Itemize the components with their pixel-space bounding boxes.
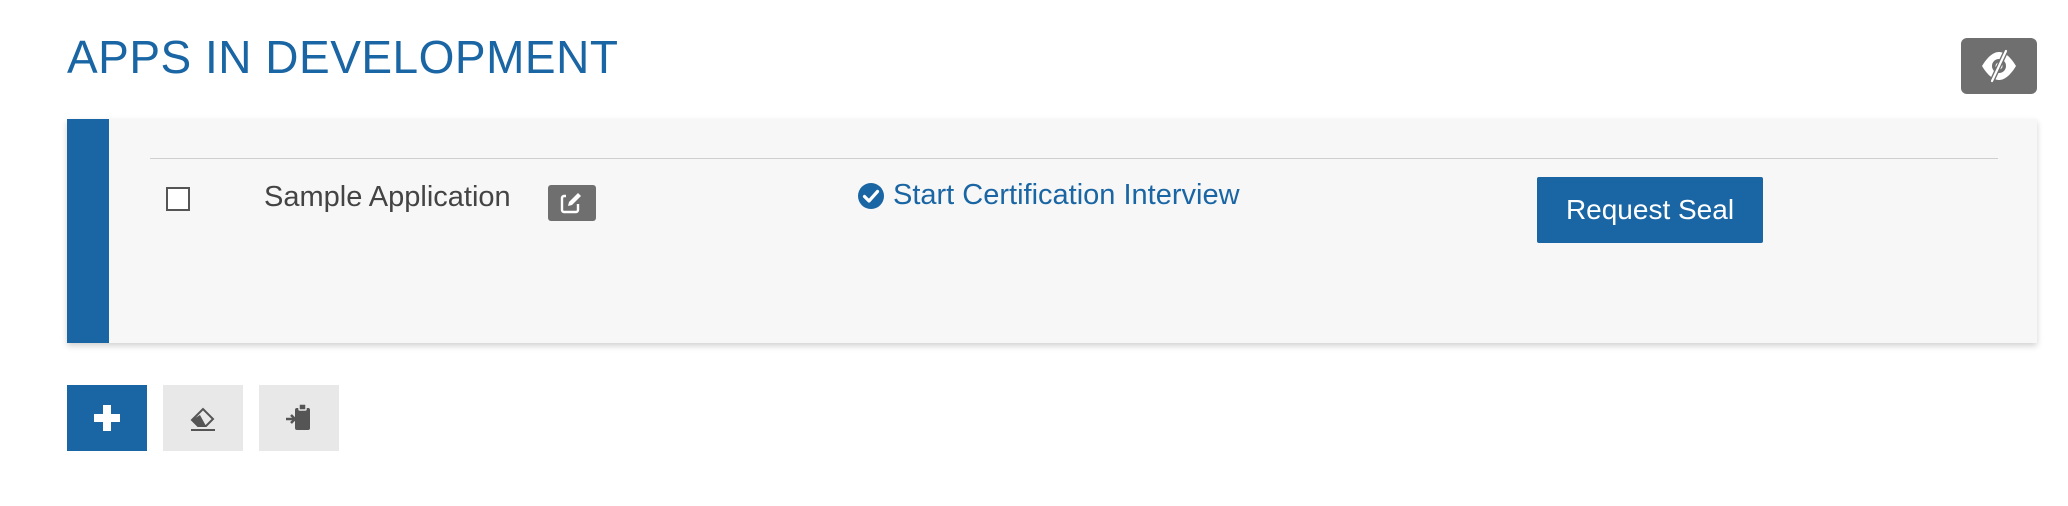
clipboard-paste-icon xyxy=(284,402,314,434)
app-name: Sample Application xyxy=(264,181,511,213)
add-app-button[interactable] xyxy=(67,385,147,451)
visibility-toggle-button[interactable] xyxy=(1961,38,2037,94)
card-accent-bar xyxy=(67,119,109,343)
request-seal-button[interactable]: Request Seal xyxy=(1537,177,1763,243)
paste-button[interactable] xyxy=(259,385,339,451)
app-select-checkbox[interactable] xyxy=(166,187,190,211)
card-divider xyxy=(150,158,1998,159)
certification-link-label: Start Certification Interview xyxy=(893,179,1240,211)
check-circle-icon xyxy=(857,182,885,210)
edit-icon xyxy=(560,192,584,214)
eye-slash-icon xyxy=(1980,49,2018,83)
page: APPS IN DEVELOPMENT Sample Application S… xyxy=(0,0,2068,506)
page-title: APPS IN DEVELOPMENT xyxy=(67,31,619,83)
app-card: Sample Application Start Certification I… xyxy=(67,119,2037,343)
edit-app-button[interactable] xyxy=(548,185,596,221)
eraser-icon xyxy=(188,403,218,433)
start-certification-link[interactable]: Start Certification Interview xyxy=(857,179,1240,212)
erase-button[interactable] xyxy=(163,385,243,451)
plus-icon xyxy=(92,403,122,433)
